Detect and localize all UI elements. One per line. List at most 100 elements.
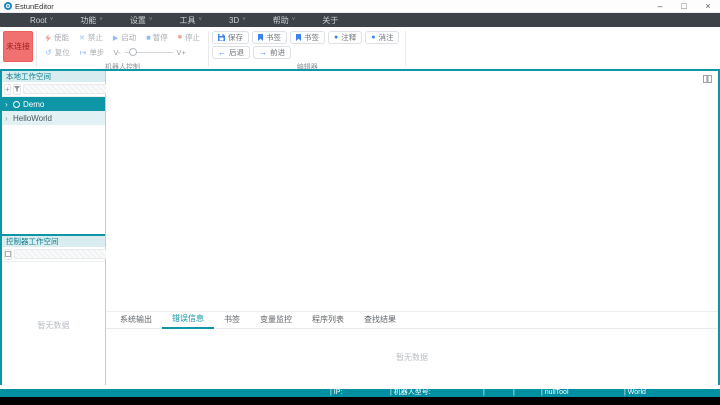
split-view-button[interactable] [703,75,712,83]
menu-item-tools[interactable]: 工具˅ [179,15,202,26]
arrow-right-icon: → [259,48,267,57]
uncomment-icon: ● [371,34,375,41]
reset-button[interactable]: ↺ 复位 [40,46,75,59]
step-icon: ↦ [80,48,87,57]
status-bar: | IP: | 机器人型号: | | | nullTool | World [0,389,720,397]
editor-group: 保存 书签 书签 ● 注释 ● 消注 [212,29,402,69]
title-bar: EstunEditor – □ × [0,0,720,13]
project-icon [13,101,20,108]
minimize-button[interactable]: – [648,0,672,12]
content-area: 本地工作空间 + ↻ › Demo › HelloWorld [0,69,720,385]
local-workspace-toolbar: + ↻ [2,82,105,97]
step-button[interactable]: ↦ 单步 [75,46,110,59]
velocity-plus-label[interactable]: V+ [177,48,186,57]
app-title: EstunEditor [15,2,54,11]
menu-item-about[interactable]: 关于 [322,15,338,26]
tree-item-demo[interactable]: › Demo [2,97,105,111]
toolbar-divider [405,31,406,67]
play-icon: ▶ [113,34,118,42]
save-icon [218,34,225,41]
menu-item-settings[interactable]: 设置˅ [130,15,153,26]
controller-workspace-title: 控制器工作空间 [2,236,105,247]
comment-icon: ● [334,34,338,41]
menu-bar: Root˅ 功能˅ 设置˅ 工具˅ 3D˅ 帮助˅ 关于 [0,13,720,27]
toolbar-divider [208,31,209,67]
controller-workspace-panel: 控制器工作空间 ↻ 暂无数据 [2,234,105,385]
app-logo-icon [4,2,12,10]
window-controls: – □ × [648,0,720,12]
status-robot-model: | 机器人型号: [390,389,431,397]
tree-item-helloworld[interactable]: › HelloWorld [2,111,105,125]
velocity-slider: V- V+ [113,48,185,57]
chevron-down-icon: ˅ [99,17,103,23]
chevron-down-icon: ˅ [149,17,153,23]
add-button[interactable]: + [4,84,11,95]
comment-button[interactable]: ● 注释 [328,31,362,44]
pause-button[interactable]: ▮▮ 暂停 [141,31,173,44]
velocity-slider-track[interactable] [125,52,173,53]
controller-empty-text: 暂无数据 [2,320,105,331]
tab-error-info[interactable]: 错误信息 [162,313,214,329]
status-divider: | [483,389,485,397]
uncomment-button[interactable]: ● 消注 [365,31,399,44]
start-button[interactable]: ▶ 启动 [108,31,141,44]
bottom-panel: 系统输出 错误信息 书签 变量监控 程序列表 查找结果 暂无数据 [106,311,718,385]
tab-bookmarks[interactable]: 书签 [214,314,250,328]
connection-status-button[interactable]: 未连接 [3,31,33,62]
velocity-slider-knob[interactable] [129,48,137,56]
save-button[interactable]: 保存 [212,31,249,44]
disable-button[interactable]: ✕ 禁止 [74,31,108,44]
toolbar: 未连接 使能 ✕ 禁止 ▶ 启动 ▮▮ 暂停 [0,27,720,69]
back-button[interactable]: ← 后退 [212,46,250,59]
expander-icon[interactable]: › [5,114,10,123]
robot-control-group: 使能 ✕ 禁止 ▶ 启动 ▮▮ 暂停 ■ 停止 [40,29,205,69]
bottom-tabs: 系统输出 错误信息 书签 变量监控 程序列表 查找结果 [106,312,718,329]
cross-icon: ✕ [79,34,85,42]
close-button[interactable]: × [696,0,720,12]
expander-icon[interactable]: › [5,100,10,109]
toolbar-divider [36,31,37,67]
local-workspace-panel: 本地工作空间 + ↻ › Demo › HelloWorld [2,71,105,234]
tab-search-results[interactable]: 查找结果 [354,314,406,328]
bookmark-icon [296,34,301,41]
arrow-left-icon: ← [218,48,226,57]
velocity-minus-label[interactable]: V- [113,48,120,57]
lightning-icon [45,34,51,42]
menu-item-root[interactable]: Root˅ [30,16,53,25]
forward-button[interactable]: → 前进 [253,46,291,59]
chevron-down-icon: ˅ [292,17,296,23]
bottom-empty-text: 暂无数据 [396,352,428,363]
tab-program-list[interactable]: 程序列表 [302,314,354,328]
editor-blank-area[interactable] [106,71,718,311]
status-divider: | [513,389,515,397]
menu-item-help[interactable]: 帮助˅ [273,15,296,26]
controller-search-input[interactable] [14,249,111,259]
enable-button[interactable]: 使能 [40,31,74,44]
status-ip: | IP: [330,389,342,397]
stop-button[interactable]: ■ 停止 [173,31,205,44]
bookmark-next-button[interactable]: 书签 [290,31,325,44]
tab-variable-monitor[interactable]: 变量监控 [250,314,302,328]
chevron-down-icon: ˅ [198,17,202,23]
local-workspace-title: 本地工作空间 [2,71,105,82]
menu-item-3d[interactable]: 3D˅ [229,16,246,25]
columns-icon [703,75,712,83]
tab-system-output[interactable]: 系统输出 [110,314,162,328]
controller-workspace-toolbar: ↻ [2,247,105,262]
status-frame: | World [624,389,646,397]
status-tool: | nullTool [541,389,569,397]
pause-icon: ▮▮ [146,35,150,41]
bottom-panel-body: 暂无数据 [106,329,718,385]
sidebar: 本地工作空间 + ↻ › Demo › HelloWorld [0,71,106,385]
window-bottom-edge [0,397,720,405]
menu-item-functions[interactable]: 功能˅ [80,15,103,26]
filter-button[interactable] [13,84,21,95]
maximize-button[interactable]: □ [672,0,696,12]
chevron-down-icon: ˅ [242,17,246,23]
app-window: EstunEditor – □ × Root˅ 功能˅ 设置˅ 工具˅ 3D˅ … [0,0,720,405]
device-icon[interactable] [4,249,12,260]
bookmark-prev-button[interactable]: 书签 [252,31,287,44]
reset-icon: ↺ [45,48,52,57]
stop-icon: ■ [178,34,182,41]
chevron-down-icon: ˅ [50,17,54,23]
